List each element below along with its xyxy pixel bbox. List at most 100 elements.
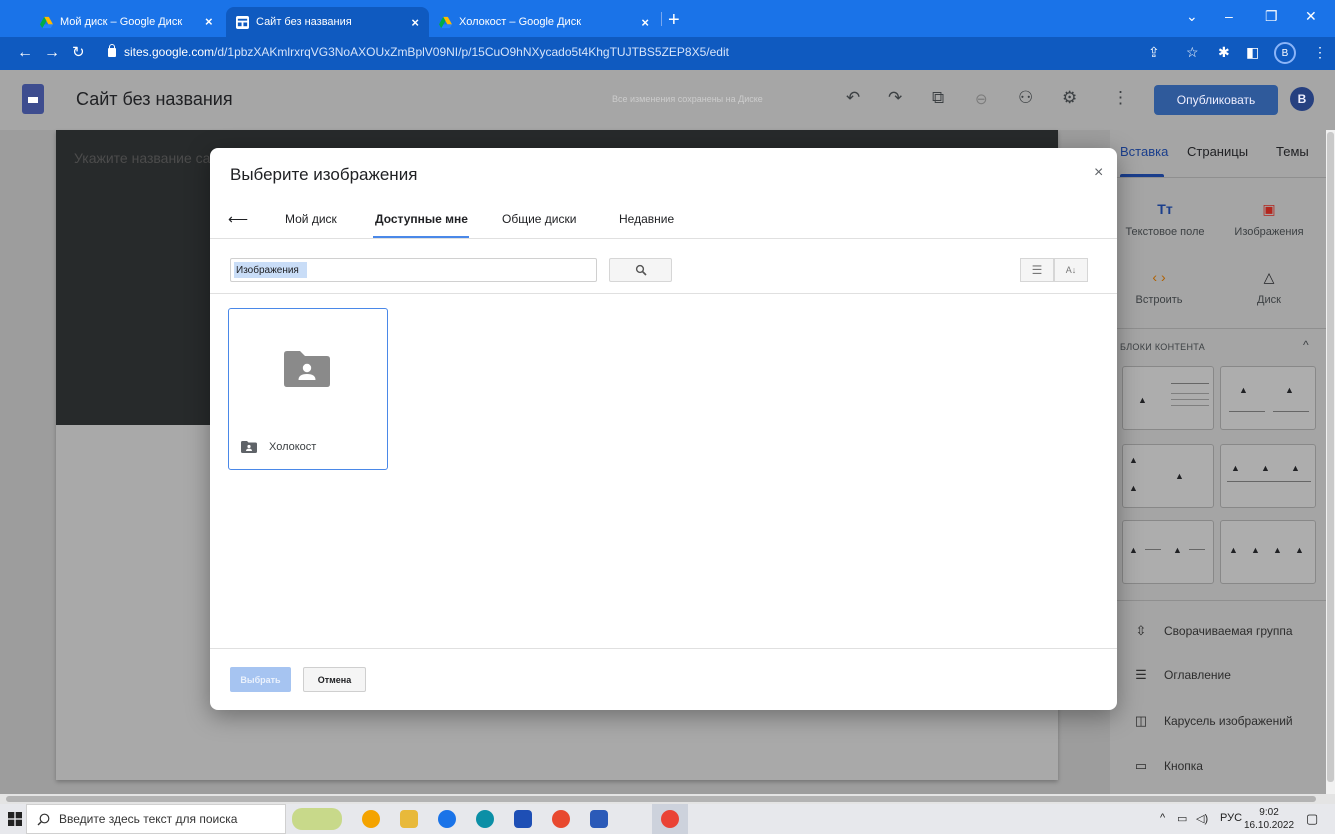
close-dialog-icon[interactable]: × <box>1094 164 1103 182</box>
site-name-placeholder[interactable]: Укажите название сайта <box>74 150 232 166</box>
collapse-chevron-icon[interactable]: ^ <box>1303 338 1309 352</box>
volume-icon[interactable]: ◁) <box>1196 812 1208 825</box>
share-icon[interactable]: ⇪ <box>1148 44 1160 61</box>
content-block-layout[interactable]: ▲ ▲ ▲ ▲ <box>1220 520 1316 584</box>
share-with-others-icon[interactable]: ⚇ <box>1018 88 1033 108</box>
bookmark-star-icon[interactable]: ☆ <box>1186 44 1199 61</box>
close-tab-icon[interactable]: × <box>205 14 213 29</box>
browser-tab-holocaust-drive[interactable]: Холокост – Google Диск × <box>429 7 659 37</box>
embed-icon: ‹ › <box>1152 269 1166 285</box>
insert-image-carousel[interactable]: ◫ Карусель изображений <box>1130 713 1293 729</box>
redo-icon[interactable]: ↷ <box>888 88 902 108</box>
panel-tab-themes[interactable]: Темы <box>1276 144 1309 159</box>
input-language[interactable]: РУС <box>1220 812 1242 824</box>
cancel-button[interactable]: Отмена <box>303 667 366 692</box>
search-button[interactable] <box>609 258 672 282</box>
search-input[interactable] <box>234 262 307 278</box>
clock-date: 16.10.2022 <box>1244 820 1295 831</box>
image-placeholder-icon: ▲ <box>1261 463 1270 473</box>
word-icon[interactable] <box>590 810 608 828</box>
picker-tab-my-drive[interactable]: Мой диск <box>285 212 337 226</box>
table-of-contents-icon: ☰ <box>1135 667 1147 682</box>
picker-tab-shared-drives[interactable]: Общие диски <box>502 212 576 226</box>
more-options-icon[interactable]: ⋮ <box>1112 88 1129 108</box>
select-button[interactable]: Выбрать <box>230 667 291 692</box>
back-arrow-icon[interactable]: ← <box>17 45 33 61</box>
insert-tile-drive[interactable]: △ Диск <box>1216 266 1322 306</box>
content-block-layout[interactable]: ▲ ▲ <box>1122 520 1214 584</box>
insert-collapsible-group[interactable]: ⇳ Сворачиваемая группа <box>1130 623 1293 639</box>
insert-button[interactable]: ▭ Кнопка <box>1130 758 1203 774</box>
folder-tile-holocaust[interactable]: Холокост <box>228 308 388 470</box>
search-highlight-illustration <box>292 808 342 830</box>
tray-chevron-icon[interactable]: ^ <box>1160 812 1165 824</box>
windows-start-icon[interactable] <box>8 812 22 826</box>
chrome-active-icon[interactable] <box>661 810 679 828</box>
content-block-layout[interactable]: ▲ <box>1122 366 1214 430</box>
user-avatar[interactable]: В <box>1290 87 1314 111</box>
site-title[interactable]: Сайт без названия <box>76 89 233 110</box>
tab-search-chevron-icon[interactable]: ⌄ <box>1186 8 1198 25</box>
save-app-icon[interactable] <box>514 810 532 828</box>
content-blocks-heading: БЛОКИ КОНТЕНТА <box>1120 342 1206 352</box>
content-block-layout[interactable]: ▲ ▲ <box>1220 366 1316 430</box>
google-sites-icon <box>236 15 249 29</box>
browser-tab-label: Холокост – Google Диск <box>459 16 582 28</box>
minimize-icon[interactable]: – <box>1225 8 1233 24</box>
extensions-puzzle-icon[interactable]: ✱ <box>1218 44 1230 61</box>
list-view-button[interactable]: ☰ <box>1020 258 1054 282</box>
notification-icon[interactable]: ▢ <box>1306 811 1318 827</box>
taskbar-clock[interactable]: 9:02 16.10.2022 <box>1244 806 1294 832</box>
sort-button[interactable]: A↓ <box>1054 258 1088 282</box>
collapsible-group-icon: ⇳ <box>1135 623 1147 638</box>
insert-table-of-contents[interactable]: ☰ Оглавление <box>1130 667 1231 683</box>
undo-icon[interactable]: ↶ <box>846 88 860 108</box>
file-explorer-icon[interactable] <box>400 810 418 828</box>
close-window-icon[interactable]: ✕ <box>1305 8 1317 25</box>
image-placeholder-icon: ▲ <box>1251 545 1260 555</box>
button-icon: ▭ <box>1134 758 1148 773</box>
panel-tab-pages[interactable]: Страницы <box>1187 144 1248 159</box>
chrome-app-icon[interactable] <box>362 810 380 828</box>
skype-icon[interactable] <box>438 810 456 828</box>
profile-avatar[interactable]: В <box>1274 42 1296 64</box>
network-icon[interactable]: ▭ <box>1177 812 1187 825</box>
list-item-label: Сворачиваемая группа <box>1164 624 1293 638</box>
browser-tab-my-drive[interactable]: Мой диск – Google Диск <box>30 7 226 37</box>
chrome-profile-icon[interactable] <box>552 810 570 828</box>
close-tab-icon[interactable]: × <box>641 15 649 30</box>
insert-tile-text-box[interactable]: Tт Текстовое поле <box>1112 198 1218 238</box>
panel-tab-insert[interactable]: Вставка <box>1120 144 1168 159</box>
picker-tab-recent[interactable]: Недавние <box>619 212 674 226</box>
forward-arrow-icon[interactable]: → <box>44 45 60 61</box>
url-field[interactable]: sites.google.com/d/1pbzXAKmlrxrqVG3NoAXO… <box>108 43 729 59</box>
preview-icon[interactable]: ⧉ <box>932 88 944 108</box>
insert-tile-images[interactable]: ▣ Изображения <box>1216 198 1322 238</box>
publish-button[interactable]: Опубликовать <box>1154 85 1278 115</box>
back-arrow-icon[interactable]: ⟵ <box>228 211 248 228</box>
content-block-layout[interactable]: ▲ ▲ ▲ <box>1122 444 1214 508</box>
new-tab-button[interactable]: + <box>668 10 680 30</box>
browser-menu-icon[interactable]: ⋮ <box>1313 44 1327 61</box>
search-field[interactable] <box>230 258 597 282</box>
image-placeholder-icon: ▲ <box>1175 471 1184 481</box>
list-item-label: Карусель изображений <box>1164 714 1293 728</box>
browser-tab-site[interactable]: Сайт без названия × <box>226 7 429 37</box>
side-panel-icon[interactable]: ◧ <box>1246 44 1259 61</box>
insert-tile-label: Изображения <box>1234 226 1304 238</box>
picker-tab-shared-with-me[interactable]: Доступные мне <box>375 212 468 226</box>
restore-window-icon[interactable]: ❐ <box>1265 8 1278 25</box>
reload-icon[interactable]: ↻ <box>72 45 85 61</box>
taskbar-search-box[interactable]: Введите здесь текст для поиска <box>26 804 286 834</box>
text-line <box>1171 399 1209 400</box>
content-block-layout[interactable]: ▲ ▲ ▲ <box>1220 444 1316 508</box>
settings-gear-icon[interactable]: ⚙ <box>1062 88 1077 108</box>
link-icon[interactable]: ⊖ <box>975 90 988 108</box>
close-tab-icon[interactable]: × <box>411 15 419 30</box>
edge-icon[interactable] <box>476 810 494 828</box>
image-placeholder-icon: ▲ <box>1273 545 1282 555</box>
vertical-scrollbar-thumb[interactable] <box>1327 132 1334 782</box>
horizontal-scrollbar-thumb[interactable] <box>6 796 1316 802</box>
image-placeholder-icon: ▲ <box>1231 463 1240 473</box>
insert-tile-embed[interactable]: ‹ › Встроить <box>1106 266 1212 306</box>
